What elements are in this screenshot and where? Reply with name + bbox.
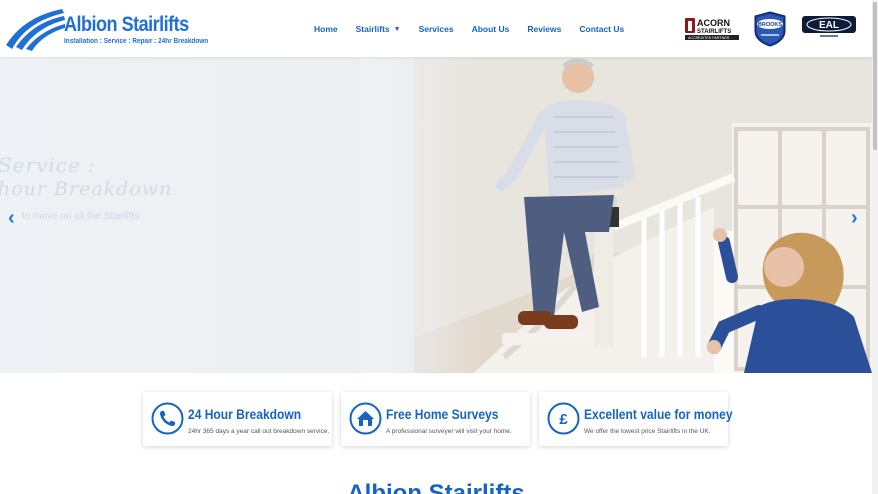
accreditation-badges: ACORN STAIRLIFTS ACCREDITED PARTNER BROO… [684,11,859,47]
logo-swoosh-icon [6,9,65,51]
slider-prev-arrow-icon[interactable]: ‹ [8,207,15,230]
chevron-down-icon: ▼ [393,25,401,33]
nav-reviews[interactable]: Reviews [527,24,561,34]
brooks-logo[interactable]: BROOKS [752,11,788,47]
logo-title: Albion Stairlifts [64,13,189,36]
svg-text:£: £ [559,411,568,428]
section-heading: Albion Stairlifts [347,480,525,494]
nav-home[interactable]: Home [314,24,338,34]
feature-title: Free Home Surveys [386,406,499,422]
pound-icon: £ [547,402,580,435]
hero-title-line2: hour Breakdown [0,178,173,200]
scrollbar-thumb[interactable] [873,2,877,150]
hero-gradient-overlay [360,57,480,373]
nav-stairlifts-label: Stairlifts [355,24,390,34]
logo-tagline: Installation : Service : Repair : 24hr B… [64,38,209,45]
feature-title: 24 Hour Breakdown [188,406,302,422]
feature-card-value[interactable]: £ Excellent value for money We offer the… [539,392,733,446]
page: Albion Stairlifts Installation : Service… [0,0,878,494]
main-nav: Home Stairlifts ▼ Services About Us Revi… [314,24,642,34]
feature-title: Excellent value for money [584,406,733,422]
feature-text: 24hr 365 days a year call out breakdown … [188,428,330,435]
nav-contact-us[interactable]: Contact Us [579,24,624,34]
acorn-stairlifts-logo[interactable]: ACORN STAIRLIFTS ACCREDITED PARTNER [684,16,740,40]
site-logo[interactable]: Albion Stairlifts Installation : Service… [4,7,208,51]
acorn-line3: ACCREDITED PARTNER [688,36,730,40]
nav-stairlifts[interactable]: Stairlifts ▼ [356,24,401,34]
acorn-line1: ACORN [697,18,730,28]
feature-cards: 24 Hour Breakdown 24hr 365 days a year c… [143,392,743,446]
hero-title-line1: Service : [0,153,96,177]
feature-card-breakdown[interactable]: 24 Hour Breakdown 24hr 365 days a year c… [143,392,332,446]
home-icon [349,402,382,435]
acorn-line2: STAIRLIFTS [697,29,731,35]
hero-subtitle: to move on all the Stairlifts [22,211,140,222]
nav-services[interactable]: Services [419,24,454,34]
hero-slider: Service : hour Breakdown to move on all … [0,57,872,373]
eal-label: EAL [819,20,839,31]
site-header: Albion Stairlifts Installation : Service… [0,0,872,57]
page-scrollbar[interactable] [872,0,878,494]
stairlift-photo [414,57,872,373]
phone-icon [151,402,184,435]
nav-about-us[interactable]: About Us [472,24,510,34]
feature-text: A professional surveyer will visit your … [386,428,512,435]
slider-next-arrow-icon[interactable]: › [851,207,858,230]
eal-logo[interactable]: EAL [802,16,856,40]
feature-text: We offer the lowest price Stairlifts in … [584,428,711,435]
feature-card-surveys[interactable]: Free Home Surveys A professional surveye… [341,392,530,446]
brooks-label: BROOKS [758,22,782,28]
